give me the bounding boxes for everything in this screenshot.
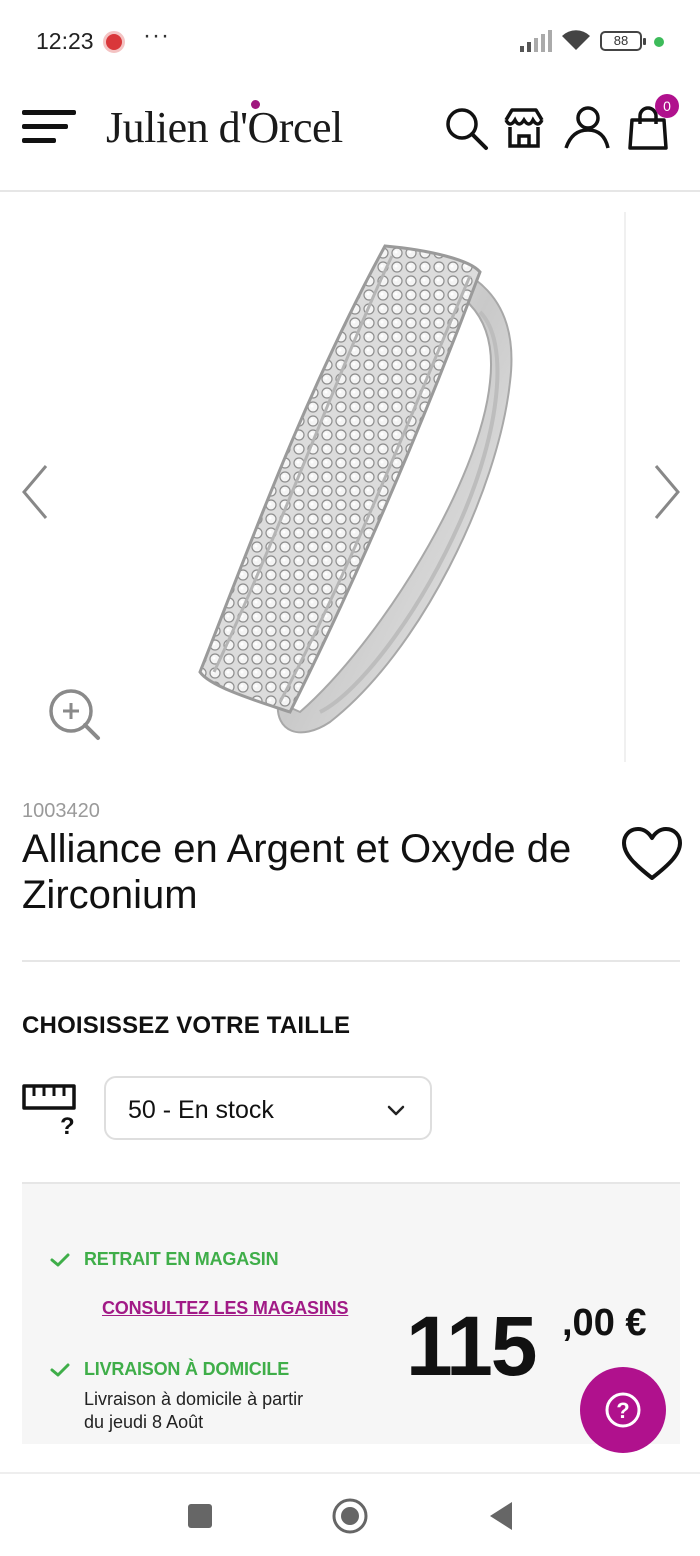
product-image[interactable] — [180, 232, 540, 752]
privacy-indicator — [654, 37, 664, 47]
wifi-icon — [562, 30, 590, 50]
help-icon: ? — [605, 1392, 641, 1428]
size-select[interactable]: 50 - En stock — [104, 1076, 432, 1140]
consult-stores-link[interactable]: CONSULTEZ LES MAGASINS — [102, 1298, 348, 1319]
menu-icon — [22, 124, 68, 129]
size-select-value: 50 - En stock — [128, 1096, 274, 1124]
store-icon[interactable] — [500, 104, 548, 152]
brand-logo[interactable]: Julien d'Orcel — [106, 102, 343, 153]
cart-count-badge: 0 — [655, 94, 679, 118]
account-icon[interactable] — [562, 104, 610, 152]
menu-button[interactable] — [22, 110, 78, 146]
next-image-arrow-icon[interactable] — [652, 462, 682, 522]
zoom-in-icon[interactable] — [46, 686, 102, 742]
search-icon[interactable] — [442, 104, 490, 152]
previous-image-arrow-icon[interactable] — [20, 462, 50, 522]
home-delivery-text: Livraison à domicile à partir du jeudi 8… — [84, 1389, 304, 1432]
back-icon[interactable] — [482, 1496, 522, 1536]
home-icon[interactable] — [330, 1496, 370, 1536]
menu-icon — [22, 138, 56, 143]
recent-apps-icon[interactable] — [180, 1496, 220, 1536]
system-navigation-bar — [0, 1472, 700, 1556]
battery-icon: 88 — [600, 31, 646, 51]
product-title: Alliance en Argent et Oxyde de Zirconium — [22, 827, 572, 917]
store-pickup-label: RETRAIT EN MAGASIN — [84, 1249, 279, 1269]
status-bar: 12:23 ··· 88 — [0, 0, 700, 82]
logo-accent — [251, 100, 260, 109]
svg-text:?: ? — [616, 1398, 629, 1423]
wishlist-heart-icon[interactable] — [620, 826, 684, 882]
check-icon — [50, 1363, 70, 1377]
signal-icon — [520, 30, 552, 52]
divider — [22, 960, 680, 962]
price-integer: 115 — [406, 1299, 538, 1393]
menu-icon — [22, 110, 76, 115]
price-cents: ,00 € — [562, 1302, 647, 1344]
status-time: 12:23 — [36, 28, 94, 54]
svg-text:?: ? — [60, 1113, 75, 1136]
site-header: Julien d'Orcel — [0, 82, 700, 192]
product-sku: 1003420 — [22, 800, 100, 822]
chevron-down-icon — [387, 1105, 405, 1116]
size-heading: CHOISISSEZ VOTRE TAILLE — [22, 1012, 351, 1039]
more-notifications-icon: ··· — [143, 22, 170, 49]
home-delivery-label: LIVRAISON À DOMICILE — [84, 1359, 290, 1379]
size-guide-icon[interactable]: ? — [20, 1080, 80, 1136]
check-icon — [50, 1253, 70, 1267]
help-button[interactable]: ? — [580, 1367, 666, 1453]
gallery-divider — [624, 212, 626, 762]
notification-app-icon — [103, 31, 125, 53]
product-gallery[interactable] — [0, 212, 700, 762]
